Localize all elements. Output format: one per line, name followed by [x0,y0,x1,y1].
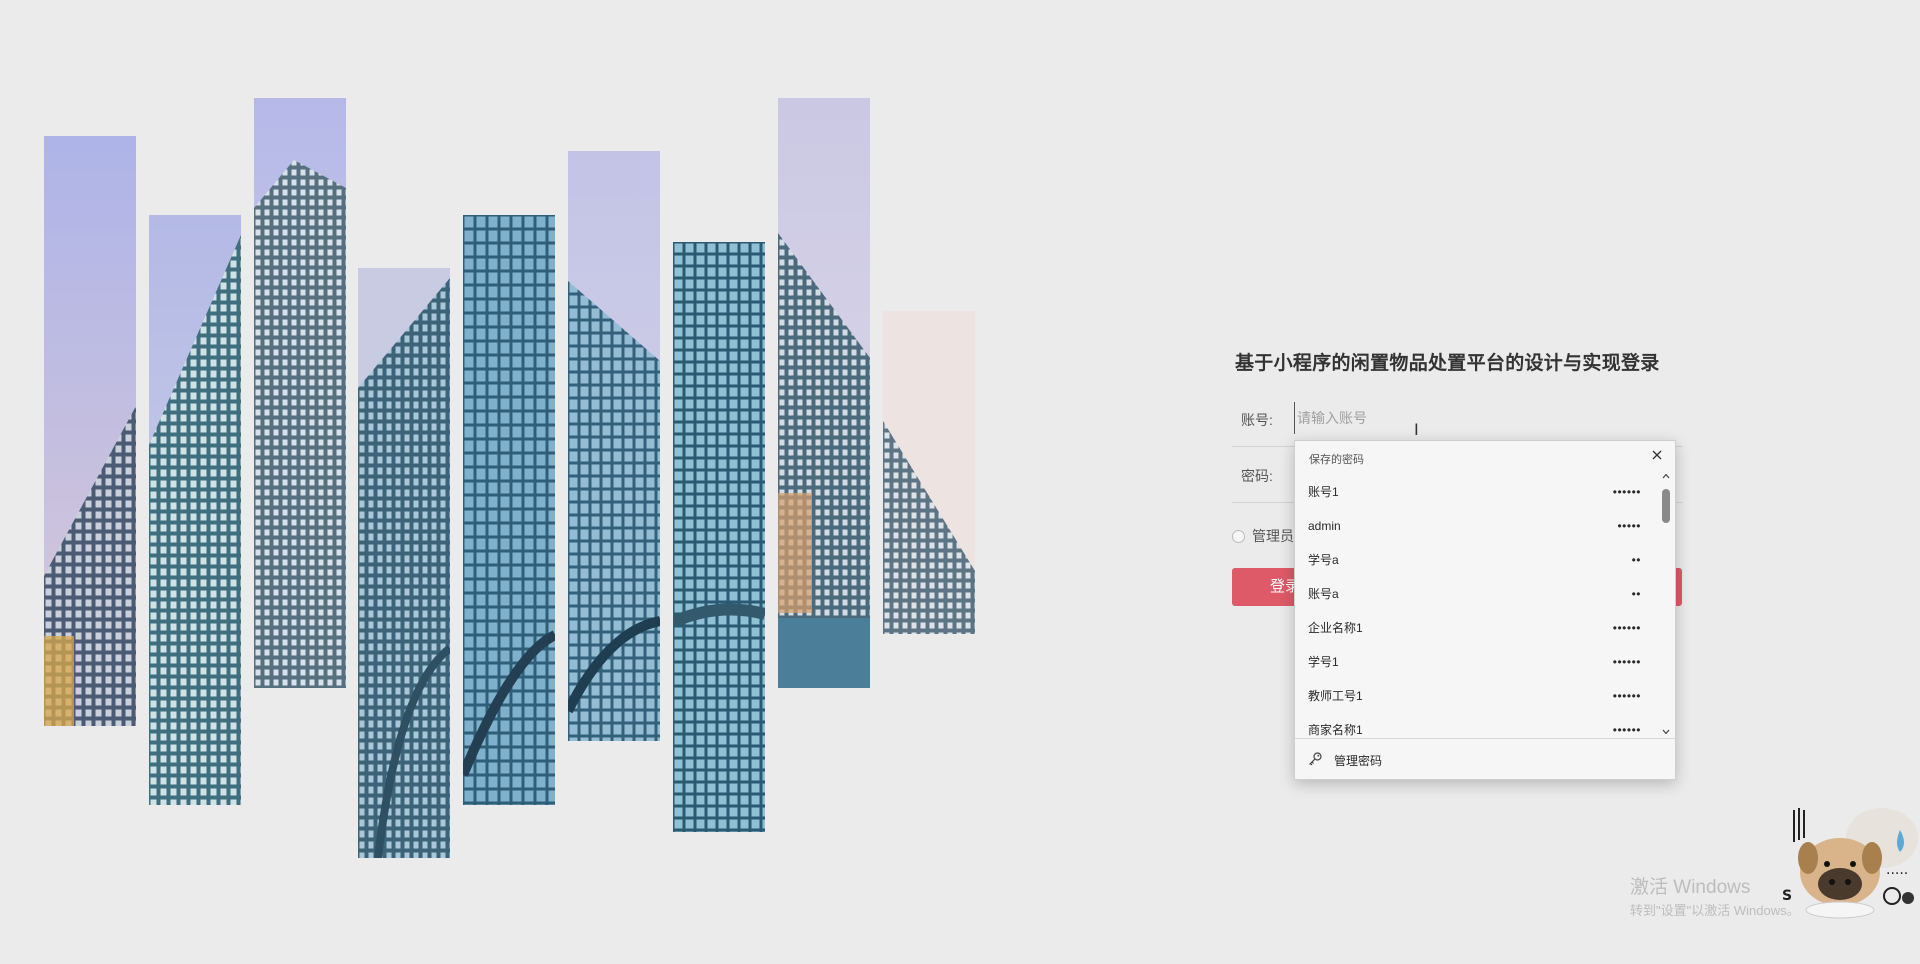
building-strip [358,268,450,858]
saved-password-mask: •• [1631,553,1641,567]
saved-password-item[interactable]: 账号a •• [1295,577,1657,611]
account-label: 账号: [1241,412,1273,428]
saved-password-popup: 保存的密码 账号1 •••••• admin ••••• 学号a •• 账号a … [1294,440,1676,780]
role-radio[interactable]: 管理员 [1232,526,1294,546]
pet-sticker: ····· S [1782,800,1920,920]
saved-username: 学号a [1308,553,1339,567]
saved-password-mask: ••••• [1617,519,1641,533]
saved-username: 商家名称1 [1308,723,1363,737]
activation-watermark-subtitle: 转到"设置"以激活 Windows。 [1630,903,1800,918]
popup-header: 保存的密码 [1309,454,1364,466]
building-strip [254,98,346,688]
close-icon[interactable] [1649,447,1665,463]
saved-password-item[interactable]: 商家名称1 •••••• [1295,713,1657,737]
saved-password-mask: •• [1631,587,1641,601]
page-title: 基于小程序的闲置物品处置平台的设计与实现登录 [1235,353,1660,374]
saved-password-item[interactable]: 教师工号1 •••••• [1295,679,1657,713]
password-label: 密码: [1241,468,1273,484]
building-strip [778,98,870,688]
popup-scrollbar[interactable] [1659,471,1673,739]
saved-username: 教师工号1 [1308,689,1363,703]
svg-text:·····: ····· [1886,866,1908,882]
saved-password-item[interactable]: admin ••••• [1295,509,1657,543]
building-strip [149,215,241,805]
chevron-up-icon[interactable] [1659,471,1673,483]
saved-username: admin [1308,519,1341,533]
saved-password-mask: •••••• [1612,655,1641,669]
building-strip [44,136,136,726]
building-strip [463,215,555,805]
building-strip [568,151,660,741]
saved-username: 账号a [1308,587,1339,601]
saved-password-item[interactable]: 学号a •• [1295,543,1657,577]
manage-passwords-label: 管理密码 [1334,754,1383,768]
login-page: 基于小程序的闲置物品处置平台的设计与实现登录 账号: I 密码: 管理员 登录 … [0,0,1920,964]
saved-username: 企业名称1 [1308,621,1363,635]
key-icon [1307,751,1323,767]
saved-password-list: 账号1 •••••• admin ••••• 学号a •• 账号a •• 企业名… [1295,475,1657,737]
saved-username: 账号1 [1308,485,1339,499]
saved-password-item[interactable]: 账号1 •••••• [1295,475,1657,509]
saved-password-mask: •••••• [1612,485,1641,499]
manage-passwords-button[interactable]: 管理密码 [1295,738,1675,779]
saved-password-item[interactable]: 学号1 •••••• [1295,645,1657,679]
sticker-text: S [1782,888,1792,904]
scroll-thumb[interactable] [1662,489,1670,523]
saved-username: 学号1 [1308,655,1339,669]
role-label: 管理员 [1252,528,1294,544]
saved-password-mask: •••••• [1612,723,1641,737]
radio-circle[interactable] [1232,529,1245,543]
saved-password-mask: •••••• [1612,689,1641,703]
text-cursor-icon: I [1414,420,1419,439]
saved-password-mask: •••••• [1612,621,1641,635]
saved-password-item[interactable]: 企业名称1 •••••• [1295,611,1657,645]
building-strip [883,311,975,634]
account-row: 账号: [1232,392,1682,447]
building-strip [673,242,765,832]
account-input[interactable] [1294,402,1659,434]
activation-watermark-title: 激活 Windows [1630,877,1751,898]
